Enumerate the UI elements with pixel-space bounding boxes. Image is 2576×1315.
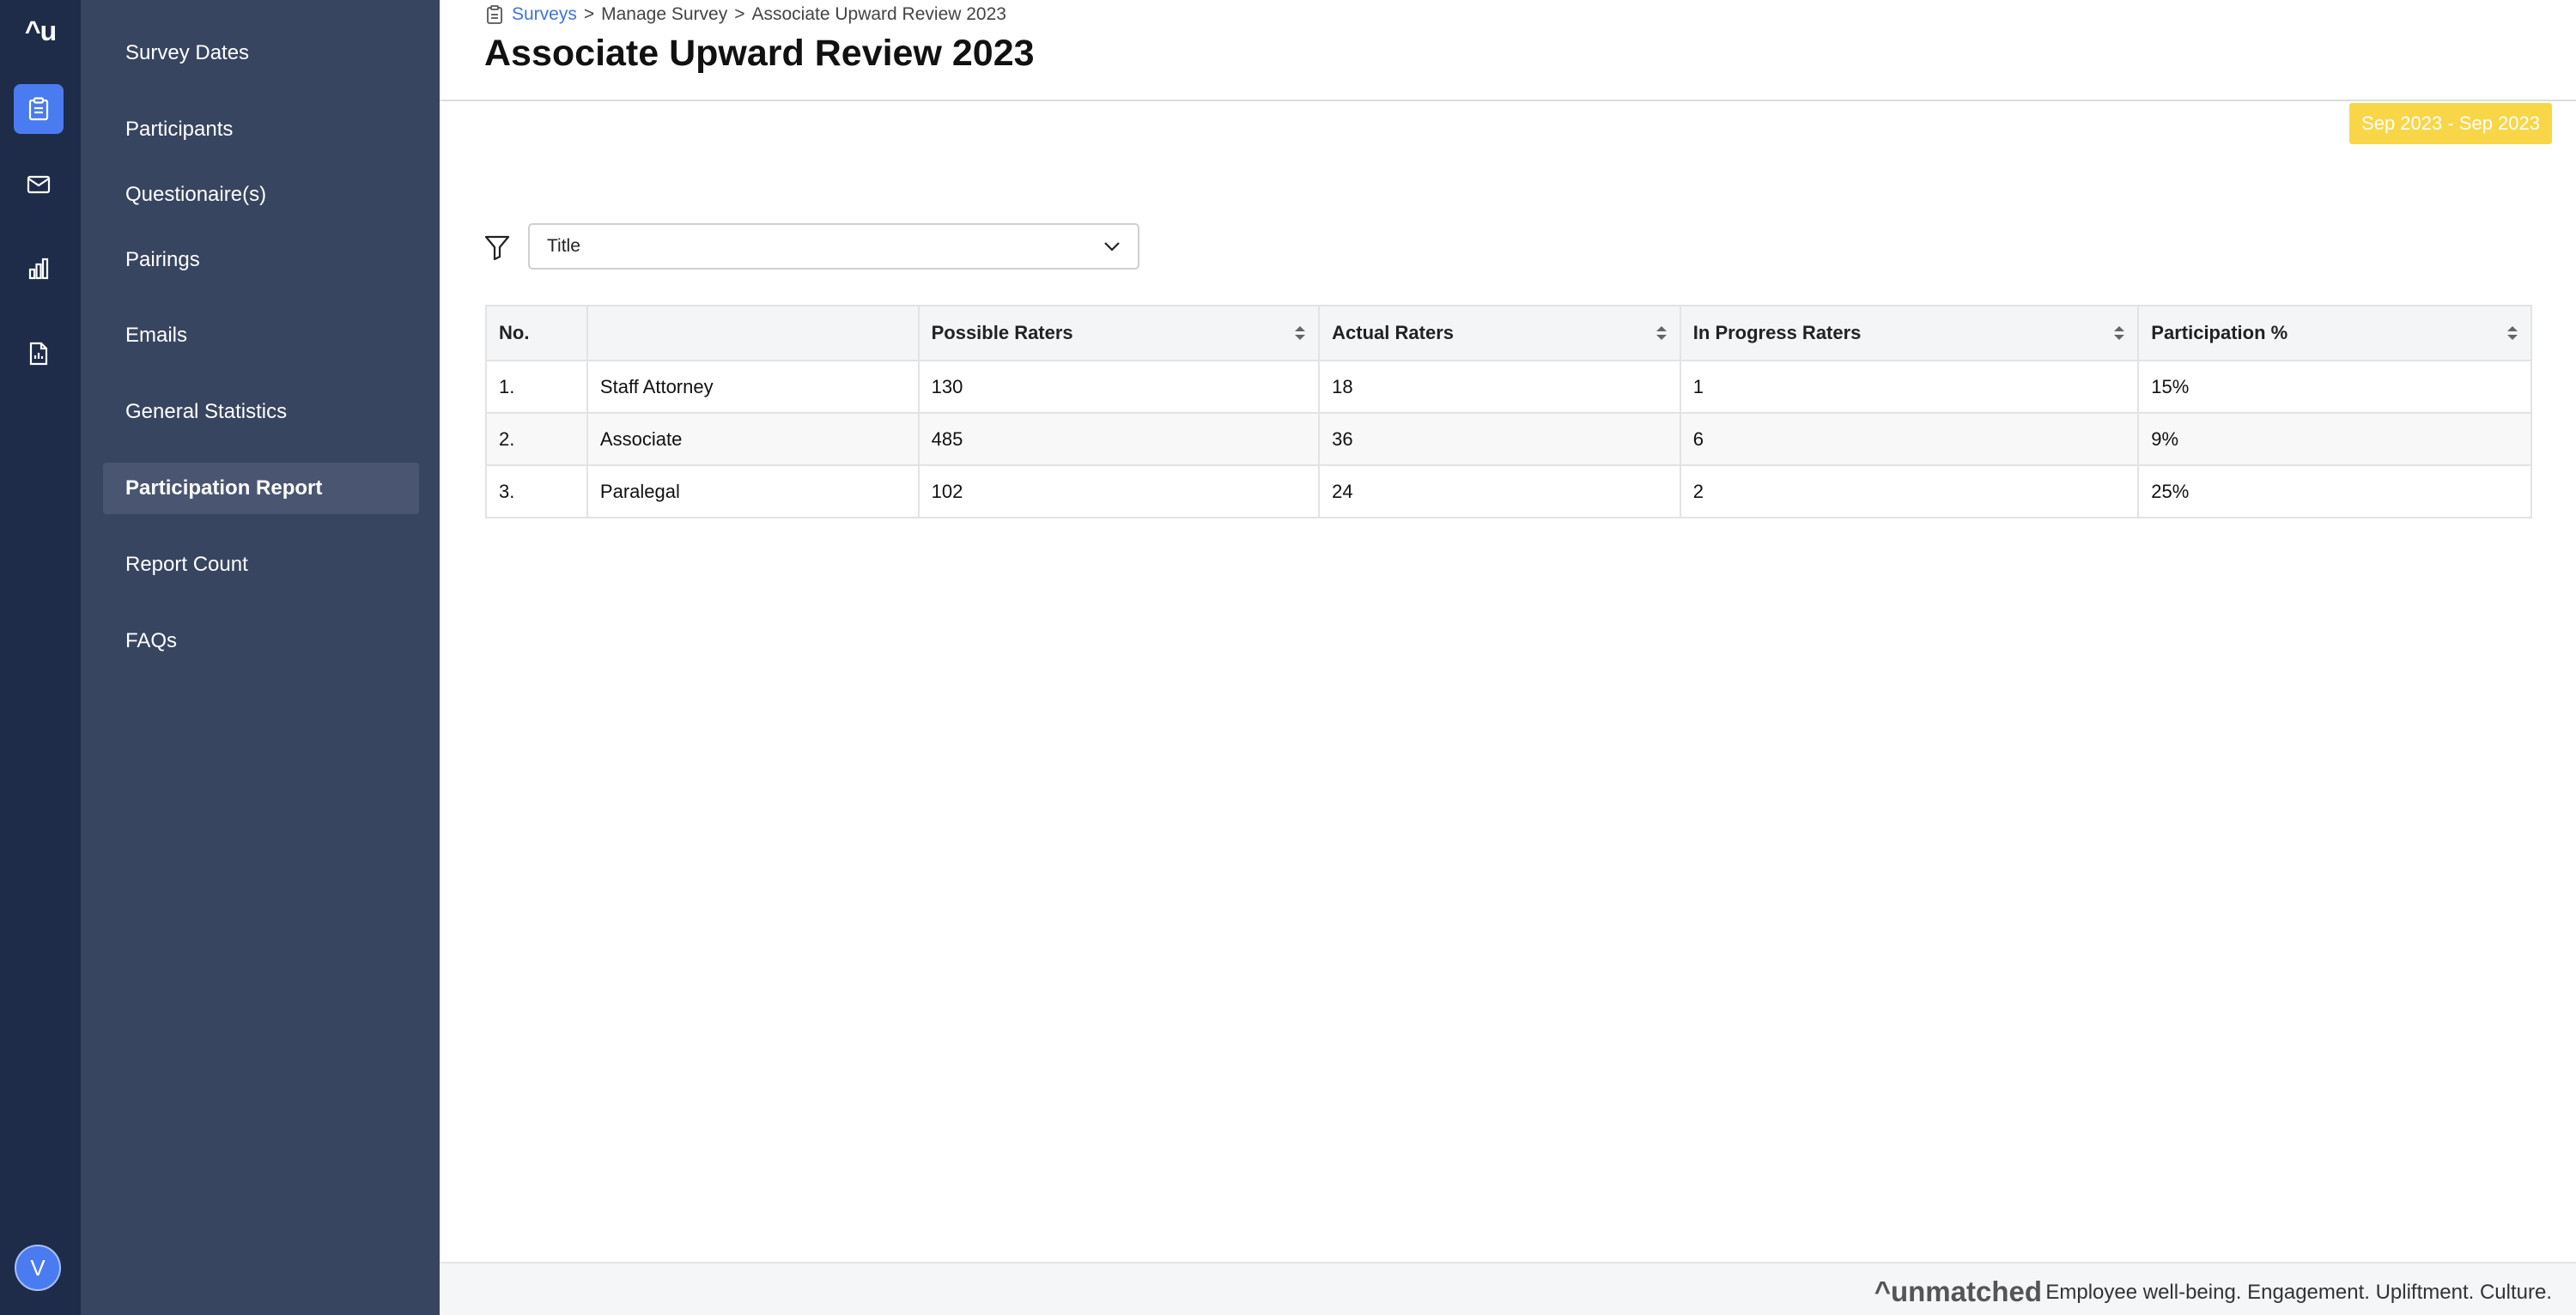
menu-item-pairings[interactable]: Pairings bbox=[103, 234, 419, 286]
participation-table: No. Possible Raters Actual Raters In Pro… bbox=[485, 305, 2532, 518]
cell-title: Paralegal bbox=[586, 464, 920, 518]
filter-dropdown[interactable]: Title bbox=[528, 223, 1139, 270]
clipboard-icon bbox=[28, 97, 49, 121]
cell-possible-raters: 130 bbox=[917, 360, 1321, 414]
breadcrumb-current: Associate Upward Review 2023 bbox=[751, 4, 1006, 24]
cell-in-progress-raters: 1 bbox=[1679, 360, 2140, 414]
column-header-actual-raters[interactable]: Actual Raters bbox=[1318, 305, 1681, 361]
cell-actual-raters: 36 bbox=[1318, 412, 1681, 466]
menu-item-faqs[interactable]: FAQs bbox=[103, 615, 419, 667]
cell-participation-percent: 15% bbox=[2137, 360, 2532, 414]
chevron-down-icon bbox=[1104, 242, 1120, 251]
emails-rail-button[interactable] bbox=[14, 160, 64, 209]
report-icon bbox=[29, 342, 48, 366]
cell-no: 3. bbox=[485, 464, 588, 518]
bar-chart-icon bbox=[28, 258, 49, 280]
page-title: Associate Upward Review 2023 bbox=[484, 33, 1035, 74]
sort-icon[interactable] bbox=[1294, 324, 1306, 342]
menu-item-survey-dates[interactable]: Survey Dates bbox=[103, 27, 419, 79]
breadcrumb-separator: > bbox=[734, 4, 745, 24]
breadcrumb: Surveys > Manage Survey > Associate Upwa… bbox=[486, 2, 1006, 27]
column-header-possible-raters[interactable]: Possible Raters bbox=[917, 305, 1321, 361]
table-row: 2. Associate 485 36 6 9% bbox=[485, 412, 2532, 466]
menu-item-report-count[interactable]: Report Count bbox=[103, 539, 419, 591]
cell-possible-raters: 102 bbox=[917, 464, 1321, 518]
footer-brand-logo: ^unmatched bbox=[1874, 1276, 2042, 1307]
analytics-rail-button[interactable] bbox=[14, 244, 64, 294]
breadcrumb-surveys-link[interactable]: Surveys bbox=[512, 4, 577, 25]
column-header-participation-percent[interactable]: Participation % bbox=[2137, 305, 2532, 361]
cell-no: 1. bbox=[485, 360, 588, 414]
mail-icon bbox=[27, 175, 51, 194]
survey-side-menu: Survey Dates Participants Questionaire(s… bbox=[81, 0, 440, 1315]
date-range-badge: Sep 2023 - Sep 2023 bbox=[2349, 103, 2552, 144]
menu-item-general-statistics[interactable]: General Statistics bbox=[103, 386, 419, 438]
sort-icon[interactable] bbox=[2506, 324, 2518, 342]
cell-in-progress-raters: 6 bbox=[1679, 412, 2140, 466]
cell-actual-raters: 24 bbox=[1318, 464, 1681, 518]
menu-item-questionaires[interactable]: Questionaire(s) bbox=[103, 169, 419, 221]
icon-rail: ^u V bbox=[0, 0, 81, 1315]
cell-title: Staff Attorney bbox=[586, 360, 920, 414]
app-logo[interactable]: ^u bbox=[0, 15, 81, 47]
cell-actual-raters: 18 bbox=[1318, 360, 1681, 414]
cell-no: 2. bbox=[485, 412, 588, 466]
column-header-no: No. bbox=[485, 305, 588, 361]
cell-in-progress-raters: 2 bbox=[1679, 464, 2140, 518]
sort-icon[interactable] bbox=[1656, 324, 1668, 342]
sort-icon[interactable] bbox=[2113, 324, 2125, 342]
breadcrumb-separator: > bbox=[583, 4, 595, 24]
cell-title: Associate bbox=[586, 412, 920, 466]
surveys-rail-button[interactable] bbox=[14, 84, 64, 134]
page-footer: ^unmatched Employee well-being. Engageme… bbox=[440, 1262, 2576, 1315]
cell-participation-percent: 25% bbox=[2137, 464, 2532, 518]
menu-item-participation-report[interactable]: Participation Report bbox=[103, 463, 419, 514]
filter-selected-value: Title bbox=[547, 236, 580, 256]
menu-item-emails[interactable]: Emails bbox=[103, 310, 419, 361]
cell-participation-percent: 9% bbox=[2137, 412, 2532, 466]
table-row: 1. Staff Attorney 130 18 1 15% bbox=[485, 360, 2532, 414]
table-header-row: No. Possible Raters Actual Raters In Pro… bbox=[485, 305, 2532, 361]
user-avatar[interactable]: V bbox=[15, 1245, 61, 1291]
column-header-in-progress-raters[interactable]: In Progress Raters bbox=[1679, 305, 2140, 361]
filter-icon[interactable] bbox=[483, 233, 511, 261]
breadcrumb-manage-survey[interactable]: Manage Survey bbox=[601, 4, 727, 25]
menu-item-participants[interactable]: Participants bbox=[103, 104, 419, 155]
clipboard-icon bbox=[487, 5, 502, 24]
footer-tagline: Employee well-being. Engagement. Upliftm… bbox=[2045, 1281, 2552, 1304]
table-row: 3. Paralegal 102 24 2 25% bbox=[485, 464, 2532, 518]
column-header-title bbox=[586, 305, 920, 361]
cell-possible-raters: 485 bbox=[917, 412, 1321, 466]
reports-rail-button[interactable] bbox=[14, 329, 64, 379]
page-header: Surveys > Manage Survey > Associate Upwa… bbox=[440, 0, 2576, 101]
